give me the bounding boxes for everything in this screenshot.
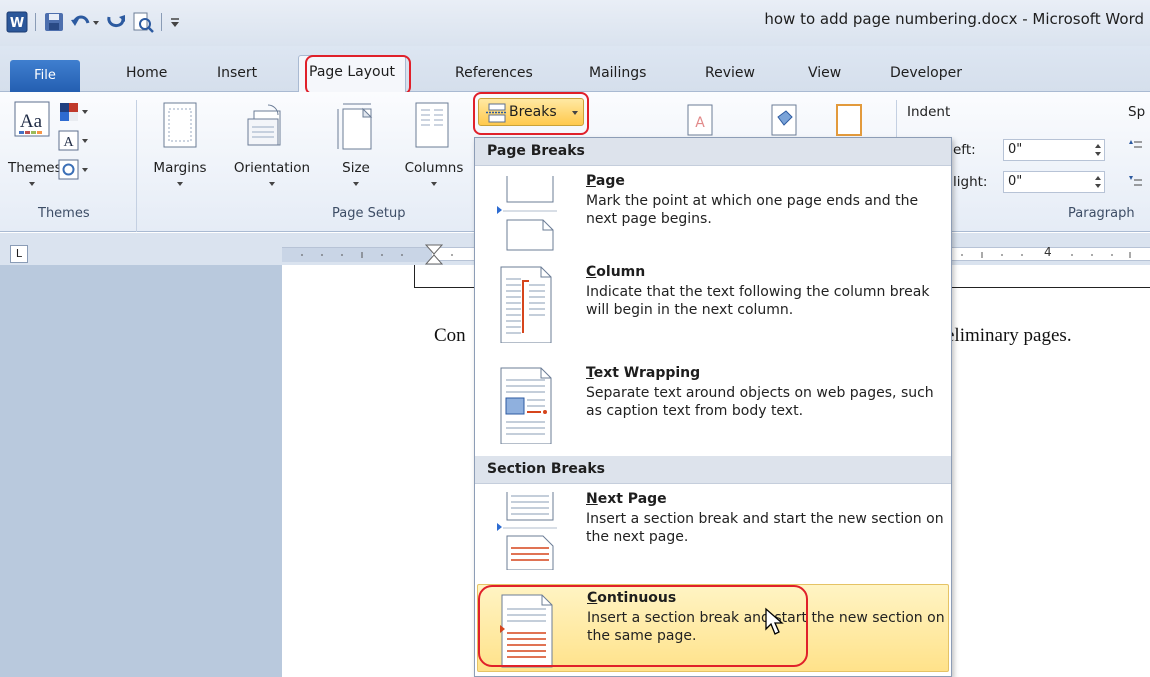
ribbon-tab-row: File Home Insert Page Layout References … — [0, 46, 1150, 93]
next-page-break-icon — [497, 490, 563, 574]
themes-label: Themes — [8, 160, 62, 176]
breaks-button[interactable]: Breaks — [478, 98, 584, 126]
column-break-icon — [497, 265, 563, 347]
theme-fonts-icon[interactable]: A — [58, 130, 88, 156]
page-breaks-header: Page Breaks — [475, 138, 951, 166]
customize-icon[interactable] — [169, 11, 181, 33]
page-borders-icon[interactable] — [835, 103, 865, 141]
title-bar: W how to add page numbering.docx - Micro… — [0, 0, 1150, 46]
quick-access-toolbar: W — [6, 10, 186, 34]
svg-text:W: W — [10, 16, 24, 31]
menu-item-column-desc: Indicate that the text following the col… — [586, 284, 930, 318]
svg-text:A: A — [695, 115, 705, 131]
themes-icon[interactable]: Aa — [14, 101, 50, 151]
indent-left-spinner-icon[interactable] — [1093, 141, 1103, 163]
breaks-icon — [485, 103, 507, 127]
menu-item-text-wrapping-desc: Separate text around objects on web page… — [586, 385, 934, 419]
indent-left-input[interactable]: 0" — [1003, 139, 1105, 161]
page-color-icon[interactable] — [770, 103, 800, 141]
size-icon[interactable] — [335, 101, 377, 155]
tab-view[interactable]: View — [808, 65, 841, 81]
orientation-label: Orientation — [233, 160, 311, 176]
menu-item-next-page-desc: Insert a section break and start the new… — [586, 511, 944, 545]
theme-effects-icon[interactable] — [58, 159, 88, 185]
menu-item-column-title: Column — [586, 264, 646, 280]
spacing-before-icon[interactable] — [1128, 138, 1142, 164]
header-boundary-bottom-right — [952, 287, 1150, 288]
document-text-right: eliminary pages. — [946, 325, 1072, 346]
margins-label: Margins — [153, 160, 207, 176]
menu-item-text-wrapping-title: Text Wrapping — [586, 365, 701, 381]
document-title: how to add page numbering.docx - Microso… — [764, 10, 1144, 28]
menu-item-text-wrapping[interactable]: Text Wrapping Separate text around objec… — [477, 360, 949, 448]
mouse-pointer-icon — [764, 607, 786, 641]
columns-label: Columns — [404, 160, 464, 176]
menu-item-continuous[interactable]: Continuous Insert a section break and st… — [477, 584, 949, 672]
menu-item-continuous-title: Continuous — [587, 590, 677, 606]
section-breaks-header: Section Breaks — [475, 456, 951, 484]
margins-dropdown-caret[interactable] — [177, 182, 183, 186]
menu-item-next-page-title: Next Page — [586, 491, 667, 507]
orientation-dropdown-caret[interactable] — [269, 182, 275, 186]
breaks-label: Breaks — [509, 104, 557, 120]
save-icon[interactable] — [43, 11, 65, 33]
tab-review[interactable]: Review — [705, 65, 755, 81]
tab-insert[interactable]: Insert — [217, 65, 257, 81]
word-icon[interactable]: W — [6, 11, 28, 33]
tab-developer[interactable]: Developer — [890, 65, 962, 81]
undo-icon[interactable] — [70, 11, 100, 33]
indent-left-label: eft: — [953, 142, 976, 158]
tab-selector-icon[interactable]: L — [10, 245, 28, 263]
tab-file[interactable]: File — [10, 60, 80, 92]
tab-page-layout[interactable]: Page Layout — [298, 55, 406, 93]
themes-dropdown-caret[interactable] — [29, 182, 35, 186]
page-setup-group-label: Page Setup — [332, 206, 406, 221]
svg-text:A: A — [63, 135, 74, 150]
menu-item-page[interactable]: Page Mark the point at which one page en… — [477, 168, 949, 256]
size-dropdown-caret[interactable] — [353, 182, 359, 186]
orientation-icon[interactable] — [246, 101, 286, 155]
margins-icon[interactable] — [160, 101, 200, 155]
watermark-icon[interactable]: A — [686, 103, 716, 141]
menu-item-page-title: Page — [586, 173, 625, 189]
print-preview-icon[interactable] — [132, 11, 154, 33]
tab-home[interactable]: Home — [126, 65, 167, 81]
spacing-after-icon[interactable] — [1128, 168, 1142, 194]
header-boundary-bottom — [414, 287, 474, 288]
indent-right-label: light: — [953, 174, 988, 190]
breaks-menu: Page Breaks Page Mark the point at which… — [474, 137, 952, 677]
qat-separator-2 — [161, 13, 162, 31]
indent-label: Indent — [907, 104, 951, 120]
svg-text:Aa: Aa — [20, 111, 43, 132]
tab-references[interactable]: References — [455, 65, 533, 81]
indent-right-spinner-icon[interactable] — [1093, 173, 1103, 195]
menu-item-next-page[interactable]: Next Page Insert a section break and sta… — [477, 486, 949, 574]
breaks-dropdown-caret — [572, 111, 578, 115]
document-text-left: Con — [434, 325, 466, 346]
columns-dropdown-caret[interactable] — [431, 182, 437, 186]
spacing-label: Sp — [1128, 104, 1146, 120]
themes-group-label: Themes — [38, 206, 90, 221]
redo-icon[interactable] — [105, 11, 127, 33]
ruler-number: 4 — [1044, 245, 1052, 259]
header-boundary-left — [414, 265, 415, 287]
continuous-break-icon — [498, 593, 564, 673]
columns-icon[interactable] — [414, 101, 454, 155]
menu-item-column[interactable]: Column Indicate that the text following … — [477, 259, 949, 347]
paragraph-group-label: Paragraph — [1068, 206, 1135, 221]
menu-item-page-desc: Mark the point at which one page ends an… — [586, 193, 919, 227]
text-wrapping-break-icon — [497, 366, 563, 448]
page-break-icon — [497, 174, 563, 256]
tab-mailings[interactable]: Mailings — [589, 65, 646, 81]
qat-separator — [35, 13, 36, 31]
theme-colors-icon[interactable] — [58, 101, 88, 127]
group-separator — [136, 100, 137, 232]
indent-right-input[interactable]: 0" — [1003, 171, 1105, 193]
size-label: Size — [342, 160, 370, 176]
